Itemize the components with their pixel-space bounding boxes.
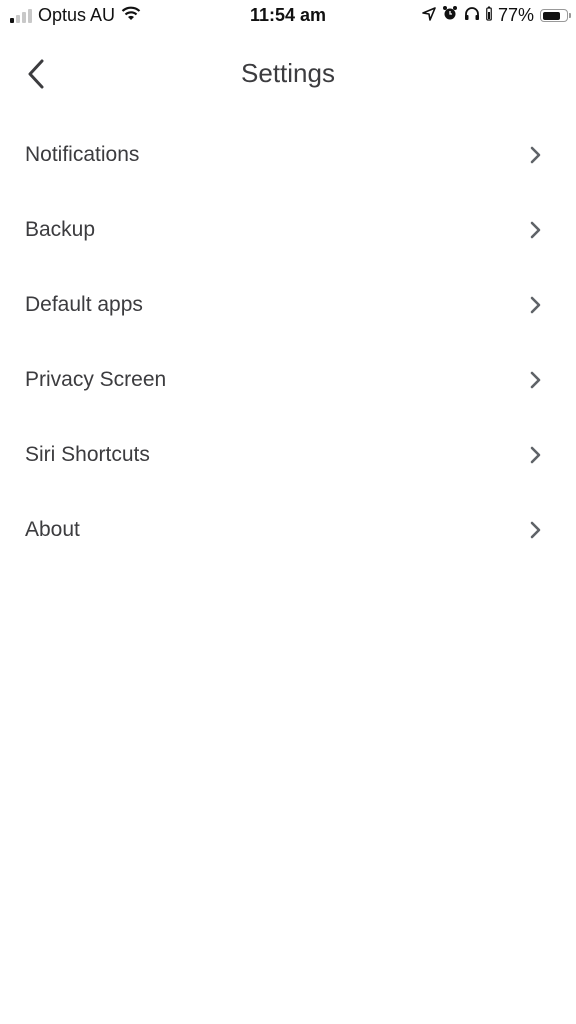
- settings-item-label: Privacy Screen: [25, 367, 167, 391]
- settings-item-label: Siri Shortcuts: [25, 442, 150, 466]
- settings-item-about[interactable]: About: [0, 492, 576, 567]
- settings-item-label: Backup: [25, 217, 96, 241]
- alarm-icon: [442, 5, 458, 26]
- status-bar: Optus AU 11:54 am 77%: [0, 0, 576, 32]
- chevron-right-icon: [528, 520, 544, 540]
- settings-item-default-apps[interactable]: Default apps: [0, 267, 576, 342]
- settings-item-backup[interactable]: Backup: [0, 192, 576, 267]
- settings-item-siri-shortcuts[interactable]: Siri Shortcuts: [0, 417, 576, 492]
- chevron-right-icon: [528, 295, 544, 315]
- page-title: Settings: [241, 58, 335, 88]
- settings-item-notifications[interactable]: Notifications: [0, 117, 576, 192]
- battery-percent: 77%: [497, 5, 534, 25]
- settings-item-label: Default apps: [25, 292, 143, 316]
- nav-bar: Settings: [0, 44, 576, 104]
- location-icon: [422, 5, 436, 26]
- chevron-right-icon: [528, 220, 544, 240]
- settings-item-label: Notifications: [25, 142, 140, 166]
- headphones-icon: [464, 5, 480, 26]
- status-right: 77%: [422, 5, 571, 26]
- settings-list: Notifications Backup Default apps Privac…: [0, 117, 576, 567]
- settings-item-label: About: [25, 517, 80, 541]
- settings-item-privacy-screen[interactable]: Privacy Screen: [0, 342, 576, 417]
- chevron-right-icon: [528, 370, 544, 390]
- chevron-right-icon: [528, 145, 544, 165]
- battery-icon: [540, 9, 571, 22]
- headphones-battery-icon: [486, 5, 492, 26]
- chevron-right-icon: [528, 445, 544, 465]
